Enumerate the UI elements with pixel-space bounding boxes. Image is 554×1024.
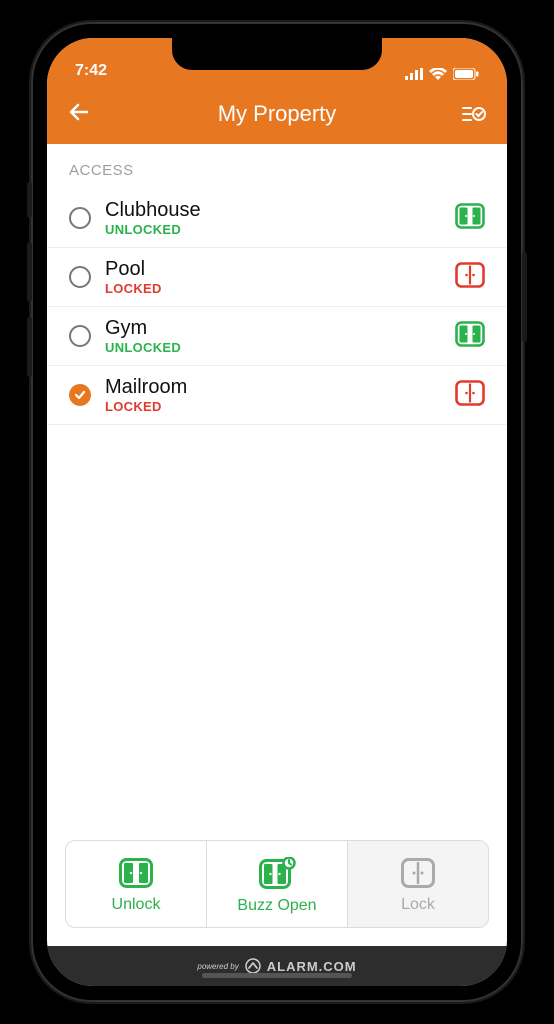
header-action-button[interactable] [455, 104, 487, 124]
phone-frame: 7:42 My Property ACCESS ClubhouseUNLOCKE… [31, 22, 523, 1002]
list-item[interactable]: GymUNLOCKED [47, 307, 507, 366]
radio-unselected[interactable] [69, 207, 91, 229]
radio-selected[interactable] [69, 384, 91, 406]
unlock-label: Unlock [112, 896, 161, 914]
list-check-icon [461, 104, 487, 124]
lock-label: Lock [401, 896, 435, 914]
door-state-icon[interactable] [455, 321, 485, 352]
powered-by-label: powered by [197, 962, 238, 971]
door-unlocked-icon [455, 203, 485, 229]
phone-side-button [27, 317, 32, 377]
door-unlocked-icon [455, 321, 485, 347]
back-button[interactable] [67, 100, 99, 129]
item-name: Pool [105, 258, 441, 281]
item-name: Mailroom [105, 376, 441, 399]
door-locked-icon [455, 262, 485, 288]
buzz-open-button[interactable]: Buzz Open [206, 841, 347, 927]
list-item[interactable]: ClubhouseUNLOCKED [47, 189, 507, 248]
section-label: ACCESS [47, 144, 507, 189]
door-state-icon[interactable] [455, 262, 485, 293]
phone-side-button [522, 252, 527, 342]
home-indicator[interactable] [202, 973, 352, 978]
door-state-icon[interactable] [455, 380, 485, 411]
alarm-logo-icon [245, 958, 261, 974]
screen: 7:42 My Property ACCESS ClubhouseUNLOCKE… [47, 38, 507, 986]
arrow-left-icon [67, 100, 91, 124]
list-item[interactable]: MailroomLOCKED [47, 366, 507, 425]
footer: powered by ALARM.COM [47, 946, 507, 986]
list-item[interactable]: PoolLOCKED [47, 248, 507, 307]
buzz-open-label: Buzz Open [237, 897, 316, 915]
radio-unselected[interactable] [69, 266, 91, 288]
status-time: 7:42 [75, 62, 107, 80]
page-title: My Property [99, 101, 455, 127]
check-icon [73, 388, 87, 402]
phone-side-button [27, 242, 32, 302]
phone-side-button [27, 182, 32, 218]
brand-label: ALARM.COM [267, 959, 357, 974]
item-status: UNLOCKED [105, 222, 441, 237]
item-status: LOCKED [105, 281, 441, 296]
lock-button[interactable]: Lock [347, 841, 488, 927]
door-buzz-icon [257, 857, 297, 889]
phone-notch [172, 38, 382, 70]
signal-icon [405, 68, 423, 80]
door-open-icon [119, 858, 153, 888]
item-name: Gym [105, 317, 441, 340]
item-name: Clubhouse [105, 199, 441, 222]
item-status: UNLOCKED [105, 340, 441, 355]
unlock-button[interactable]: Unlock [66, 841, 206, 927]
door-state-icon[interactable] [455, 203, 485, 234]
action-bar: Unlock Buzz Open Lock [65, 840, 489, 928]
header: My Property [47, 84, 507, 144]
door-closed-icon [401, 858, 435, 888]
radio-unselected[interactable] [69, 325, 91, 347]
wifi-icon [429, 68, 447, 80]
battery-icon [453, 68, 479, 80]
item-status: LOCKED [105, 399, 441, 414]
door-locked-icon [455, 380, 485, 406]
access-list: ClubhouseUNLOCKEDPoolLOCKEDGymUNLOCKEDMa… [47, 189, 507, 840]
status-icons [405, 68, 479, 80]
